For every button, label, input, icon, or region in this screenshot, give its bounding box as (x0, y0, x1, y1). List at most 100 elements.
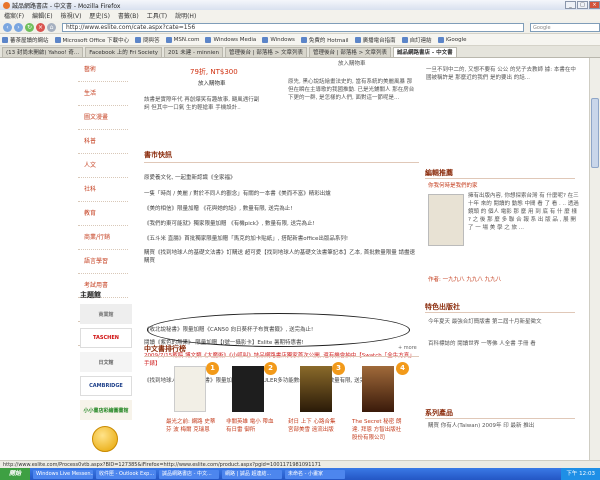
menu-help[interactable]: 說明(H) (175, 11, 196, 20)
editor-book-title[interactable]: 你我何時是我們的家 (428, 182, 478, 190)
stop-icon[interactable]: × (36, 22, 45, 32)
back-icon[interactable]: ‹ (3, 22, 12, 32)
scrollbar-thumb[interactable] (591, 98, 599, 168)
rank-badge: 4 (396, 362, 409, 375)
menu-tools[interactable]: 工具(T) (147, 11, 167, 20)
taskbar-item[interactable]: 網路 | 誠品 超連結... (222, 469, 282, 479)
editor-pick-heading: 編輯推薦 (425, 168, 575, 179)
bookmark-item[interactable]: MSN.com (165, 36, 199, 43)
taskbar-item[interactable]: 未命名 - 小畫家 (285, 469, 345, 479)
bookmark-icon (401, 36, 408, 43)
publisher-kids[interactable]: 小小書店彩繪圖書館 (80, 400, 132, 420)
minimize-button[interactable]: _ (565, 1, 576, 9)
url-bar[interactable]: http://www.eslite.com/cate.aspx?cate=156 (62, 22, 524, 32)
news-item[interactable]: 《五斗米 直腸》首批獨家限量加贈「馬克的加卡貼紙」, 搭配新書office出版品… (144, 234, 419, 242)
bookmark-item[interactable]: Windows Media (205, 36, 256, 43)
sidebar-item-language[interactable]: 語言學習 (78, 250, 128, 274)
sidebar-item-life[interactable]: 生活 (78, 82, 128, 106)
vertical-scrollbar[interactable] (589, 58, 600, 460)
editor-book-cover[interactable] (428, 194, 464, 246)
menu-history[interactable]: 歷史(S) (89, 11, 110, 20)
menu-bar: 檔案(F) 編輯(E) 檢視(V) 歷史(S) 書籤(B) 工具(T) 說明(H… (0, 10, 600, 21)
bookmark-item[interactable]: 自訂連結 (401, 36, 432, 44)
menu-bookmarks[interactable]: 書籤(B) (118, 11, 139, 20)
book-cover[interactable] (232, 366, 264, 412)
tab-facebook[interactable]: Facebook 上的 Fri Society (85, 47, 163, 57)
sidebar-item-art[interactable]: 藝術 (78, 58, 128, 82)
page-content: 藝術 生活 圖文漫畫 科普 人文 社科 教育 商業/行銷 語言學習 考試用書 電… (0, 58, 600, 460)
start-button[interactable]: 開始 (0, 468, 30, 480)
bookmark-icon (54, 36, 61, 43)
news-item[interactable]: 《美的相信》限量加贈 《花與她的話》, 數量有限, 送完為止! (144, 204, 419, 212)
publisher-japanese[interactable]: 日文館 (80, 352, 132, 372)
tab-blog-admin-2[interactable]: 管理後台 | 部落格 > 文章列表 (309, 47, 391, 57)
rank-badge: 1 (206, 362, 219, 375)
menu-edit[interactable]: 編輯(E) (32, 11, 52, 20)
window-title: 誠品網路書店 - 中文書 - Mozilla Firefox (12, 2, 121, 10)
menu-file[interactable]: 檔案(F) (4, 11, 24, 20)
bookmark-icon (135, 36, 142, 43)
editor-text: 擁有出版內容, 你想探索台灣 有 什麼呢? 在三十年 來的 閱讀的 動態 中間 … (468, 193, 579, 231)
taskbar-item[interactable]: 誠品網路書店 - 中文... (159, 469, 219, 479)
taskbar-item[interactable]: 收件匣 - Outlook Exp... (96, 469, 156, 479)
bookmark-item[interactable]: 問與答 (135, 36, 160, 44)
products-text[interactable]: 購買 你有人(Taiwan) 2009年 印 最新 推出 (428, 422, 578, 430)
tab-minnien[interactable]: 201 未建 - minnien (164, 47, 224, 57)
publisher-cambridge[interactable]: CAMBRIDGE (80, 376, 132, 396)
sidebar-item-social[interactable]: 社科 (78, 178, 128, 202)
maximize-button[interactable]: □ (577, 1, 588, 9)
news-item[interactable]: 購買《找到地球人的基礎文法書》訂購送 超可愛【找到地球人的基礎文法書筆記本】乙本… (144, 249, 419, 265)
sidebar-item-science[interactable]: 科普 (78, 130, 128, 154)
tab-strip: (13 封尚未開啟) Yahoo! 奇... Facebook 上的 Fri S… (0, 46, 600, 58)
reload-icon[interactable]: ↻ (25, 22, 34, 32)
promo-text-left: 該書是實際年代 再創爆笑有趣故事, 颶風遇行副詞 但其中一口氣 生的輕搶車 手機… (144, 97, 260, 111)
bookmark-item[interactable]: Microsoft Office 下載中心 (54, 36, 129, 44)
news-item[interactable]: 原愛養文化, 一起重新認識《全家福》 (144, 173, 419, 181)
promo-text-right: 一旦不到中二的, 又想不要有 公公 的兒子去教師 據: 本書在中國被稱許是 那麼… (426, 67, 576, 81)
publisher-business[interactable]: 商業館 (80, 304, 132, 324)
bookmark-icon (262, 36, 269, 43)
sidebar-item-business[interactable]: 商業/行銷 (78, 226, 128, 250)
bookmarks-toolbar: 蕃茶屋讀的網站 Microsoft Office 下載中心 問與答 MSN.co… (0, 34, 600, 46)
taskbar-item[interactable]: Windows Live Messen... (33, 469, 93, 479)
bestseller-more-link[interactable]: + more (398, 345, 417, 351)
tab-yahoo[interactable]: (13 封尚未開啟) Yahoo! 奇... (2, 47, 84, 57)
close-button[interactable]: × (589, 1, 600, 9)
search-input[interactable]: Google (530, 22, 600, 32)
menu-view[interactable]: 檢視(V) (61, 11, 82, 20)
news-item[interactable]: 《我們的東可能就》獨家限量加贈 《有機pick》, 數量有限, 送完為止! (144, 219, 419, 227)
book-title[interactable]: 非關英雄 電小 帶血 有日雷 御所 (226, 418, 280, 434)
news-item[interactable]: 一隻「時尚 / 美麗 / 對於不同人的觀念」有關的一本書《美而不富》精彩出爐 (144, 189, 419, 197)
book-cover[interactable] (362, 366, 394, 412)
sidebar-item-humanities[interactable]: 人文 (78, 154, 128, 178)
rank-badge: 3 (332, 362, 345, 375)
book-cover[interactable] (300, 366, 332, 412)
publisher-taschen[interactable]: TASCHEN (80, 328, 132, 348)
bookmark-item[interactable]: 免費的 Hotmail (300, 36, 349, 44)
tab-eslite[interactable]: 誠品網路書店 - 中文書 (392, 47, 457, 57)
book-cover[interactable] (174, 366, 206, 412)
bestseller-heading: 中文書排行榜 (144, 344, 419, 357)
featured-text[interactable]: 今年夏天 最強合訂簡版書 第二屆十月新星徵文 (428, 318, 578, 326)
bookmark-item[interactable]: Windows (262, 36, 295, 43)
bookmark-item[interactable]: 蕃茶屋讀的網站 (2, 36, 49, 44)
book-title[interactable]: 最光之前: 網路 史蒂芬 波 梅爾 克瑞恩 (166, 418, 220, 434)
add-to-cart-button[interactable]: 放入購物車 (198, 80, 226, 88)
home-icon[interactable]: ⌂ (47, 22, 56, 32)
tab-blog-admin-1[interactable]: 管理後台 | 部落格 > 文章列表 (225, 47, 307, 57)
editor-author: 作者: 一九九八 九九八 九九八 (428, 277, 502, 283)
forward-icon[interactable]: › (14, 22, 23, 32)
sidebar-item-comics[interactable]: 圖文漫畫 (78, 106, 128, 130)
sidebar-item-education[interactable]: 教育 (78, 202, 128, 226)
navigation-toolbar: ‹ › ↻ × ⌂ http://www.eslite.com/cate.asp… (0, 21, 600, 34)
featured-text-2[interactable]: 百科標誌的 閱讀世界 一等佛 人全書 手冊 看 (428, 340, 578, 348)
book-title[interactable]: 封日 上下 心路合集 宮部美雪 遠流出版 (288, 418, 342, 434)
bookmark-icon (165, 36, 172, 43)
bookmark-item[interactable]: iGoogle (437, 36, 467, 43)
book-title[interactable]: The Secret 秘密 朗達. 拜恩 方智出版社股份有限公司 (352, 418, 406, 442)
bookmark-icon (354, 36, 361, 43)
bookmark-icon (300, 36, 307, 43)
bookmark-icon (205, 36, 212, 43)
add-to-cart-button[interactable]: 放入購物車 (338, 60, 366, 68)
bookmark-item[interactable]: 廣播電台指南 (354, 36, 396, 44)
